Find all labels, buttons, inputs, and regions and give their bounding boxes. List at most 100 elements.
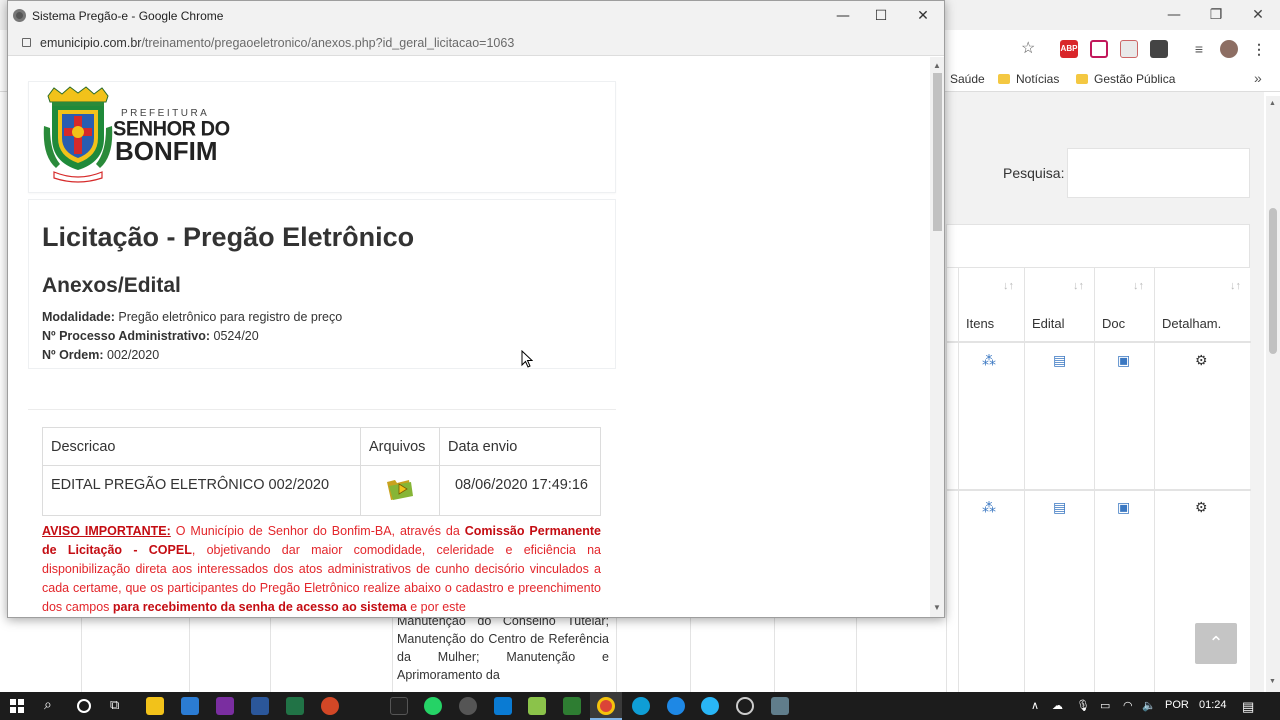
windows-start-icon[interactable]: [10, 699, 24, 713]
scroll-to-top-button[interactable]: ⌃: [1195, 623, 1237, 664]
chevron-up-icon[interactable]: ∧: [1031, 699, 1039, 712]
file-explorer-icon[interactable]: [146, 697, 164, 715]
processo-value: 0524/20: [213, 329, 259, 343]
page-title: Licitação - Pregão Eletrônico: [42, 222, 415, 252]
document-icon[interactable]: ▣: [1117, 499, 1130, 516]
volume-icon[interactable]: 🔈: [1142, 699, 1156, 712]
minimize-icon[interactable]: —: [826, 5, 860, 27]
header-descricao: Descricao: [42, 427, 361, 466]
gears-icon[interactable]: ⚙: [1195, 499, 1208, 516]
powerpoint-icon[interactable]: [321, 697, 339, 715]
microphone-icon[interactable]: 🎙: [1076, 699, 1090, 712]
scroll-down-icon[interactable]: ▼: [933, 603, 941, 612]
star-icon[interactable]: ☆: [1021, 38, 1035, 58]
chrome-taskbar-icon[interactable]: [597, 697, 615, 715]
clock-time[interactable]: 01:24: [1199, 699, 1227, 711]
gears-icon[interactable]: ⚙: [1195, 352, 1208, 369]
anexos-table: Descricao Arquivos Data envio EDITAL PRE…: [42, 427, 601, 516]
bookmark-gestao-publica[interactable]: Gestão Pública: [1076, 72, 1175, 86]
app-icon[interactable]: [494, 697, 512, 715]
column-divider: [1094, 268, 1095, 692]
playlist-icon[interactable]: ≡: [1190, 40, 1208, 58]
app-icon[interactable]: [563, 697, 581, 715]
terminal-icon[interactable]: [390, 697, 408, 715]
word-icon[interactable]: [251, 697, 269, 715]
whatsapp-icon[interactable]: [424, 697, 442, 715]
sort-icon[interactable]: ↓↑: [1073, 280, 1084, 292]
header-itens[interactable]: Itens: [966, 316, 994, 331]
ordem-line: Nº Ordem: 002/2020: [42, 348, 159, 362]
battery-icon[interactable]: ▭: [1100, 699, 1110, 712]
adblock-icon[interactable]: ABP: [1060, 40, 1078, 58]
header-detalham[interactable]: Detalham.: [1162, 316, 1221, 331]
column-divider: [189, 618, 190, 692]
teamviewer-icon[interactable]: [701, 697, 719, 715]
search-input[interactable]: [1067, 148, 1250, 198]
cloud-icon[interactable]: ☁: [1052, 699, 1063, 712]
pdf-extension-icon[interactable]: [1120, 40, 1138, 58]
close-icon[interactable]: ✕: [906, 5, 940, 27]
download-extension-icon[interactable]: [1150, 40, 1168, 58]
edge-icon[interactable]: [632, 697, 650, 715]
cortana-icon[interactable]: [77, 699, 91, 713]
column-divider: [81, 618, 82, 692]
pdf-icon[interactable]: ▤: [1053, 499, 1066, 516]
more-bookmarks-icon[interactable]: »: [1254, 70, 1262, 86]
background-object-text: Manutenção do Conselho Tutelar; Manutenç…: [397, 614, 609, 682]
scroll-up-icon[interactable]: ▲: [933, 61, 941, 70]
page-subtitle: Anexos/Edital: [42, 274, 181, 297]
page-scrollbar[interactable]: ▲ ▼: [1266, 96, 1280, 692]
column-divider: [774, 618, 775, 692]
windows-taskbar: ⌕ ⧉ ∧ ☁ 🎙 ▭ ◠ 🔈 POR 01:24 ▤: [0, 692, 1280, 720]
maximize-icon[interactable]: ☐: [864, 5, 898, 27]
notice-text: O Município de Senhor do Bonfim-BA, atra…: [170, 524, 465, 538]
internet-explorer-icon[interactable]: [667, 697, 685, 715]
onenote-icon[interactable]: [216, 697, 234, 715]
clock-app-icon[interactable]: [736, 697, 754, 715]
app-icon[interactable]: [459, 697, 477, 715]
cubes-icon[interactable]: ⁂: [982, 499, 996, 516]
document-icon[interactable]: ▣: [1117, 352, 1130, 369]
header-doc[interactable]: Doc: [1102, 316, 1125, 331]
bookmark-saude[interactable]: Saúde: [950, 72, 985, 86]
pocket-icon[interactable]: [1090, 40, 1108, 58]
search-icon[interactable]: ⌕: [44, 696, 52, 713]
scroll-up-icon[interactable]: ▲: [1269, 100, 1276, 107]
scroll-down-icon[interactable]: ▼: [1269, 678, 1276, 685]
divider: [28, 409, 616, 410]
sort-icon[interactable]: ↓↑: [1230, 280, 1241, 292]
column-divider: [690, 618, 691, 692]
open-folder-download-icon[interactable]: [385, 474, 415, 502]
address-bar[interactable]: emunicipio.com.br/treinamento/pregaoelet…: [8, 31, 944, 56]
sort-icon[interactable]: ↓↑: [1003, 280, 1014, 292]
sort-icon[interactable]: ↓↑: [1133, 280, 1144, 292]
popup-page: PREFEITURA SENHOR DO BONFIM Licitação - …: [8, 57, 930, 617]
chrome-icon: [13, 9, 26, 22]
notice-label: AVISO IMPORTANTE:: [42, 524, 171, 538]
wifi-icon[interactable]: ◠: [1123, 699, 1133, 712]
scrollbar-thumb[interactable]: [1269, 208, 1277, 354]
minimize-icon[interactable]: —: [1154, 4, 1194, 26]
header-edital[interactable]: Edital: [1032, 316, 1065, 331]
aviso-importante-notice: AVISO IMPORTANTE: O Município de Senhor …: [42, 522, 601, 617]
pdf-icon[interactable]: ▤: [1053, 352, 1066, 369]
url-text[interactable]: emunicipio.com.br/treinamento/pregaoelet…: [40, 36, 514, 50]
restore-icon[interactable]: ❐: [1196, 4, 1236, 26]
profile-avatar[interactable]: [1220, 40, 1238, 58]
app-icon[interactable]: [771, 697, 789, 715]
popup-scrollbar[interactable]: ▲ ▼: [930, 57, 944, 617]
scrollbar-thumb[interactable]: [933, 73, 942, 231]
menu-icon[interactable]: ⋮: [1250, 40, 1268, 58]
bookmark-label: Gestão Pública: [1094, 72, 1176, 86]
column-divider: [392, 618, 393, 692]
excel-icon[interactable]: [286, 697, 304, 715]
row-divider: [947, 489, 1251, 491]
language-indicator[interactable]: POR: [1165, 699, 1189, 711]
notifications-icon[interactable]: ▤: [1242, 699, 1254, 715]
notepad-icon[interactable]: [528, 697, 546, 715]
task-view-icon[interactable]: ⧉: [110, 697, 119, 713]
cubes-icon[interactable]: ⁂: [982, 352, 996, 369]
close-icon[interactable]: ✕: [1238, 4, 1278, 26]
mail-icon[interactable]: [181, 697, 199, 715]
bookmark-noticias[interactable]: Notícias: [998, 72, 1059, 86]
